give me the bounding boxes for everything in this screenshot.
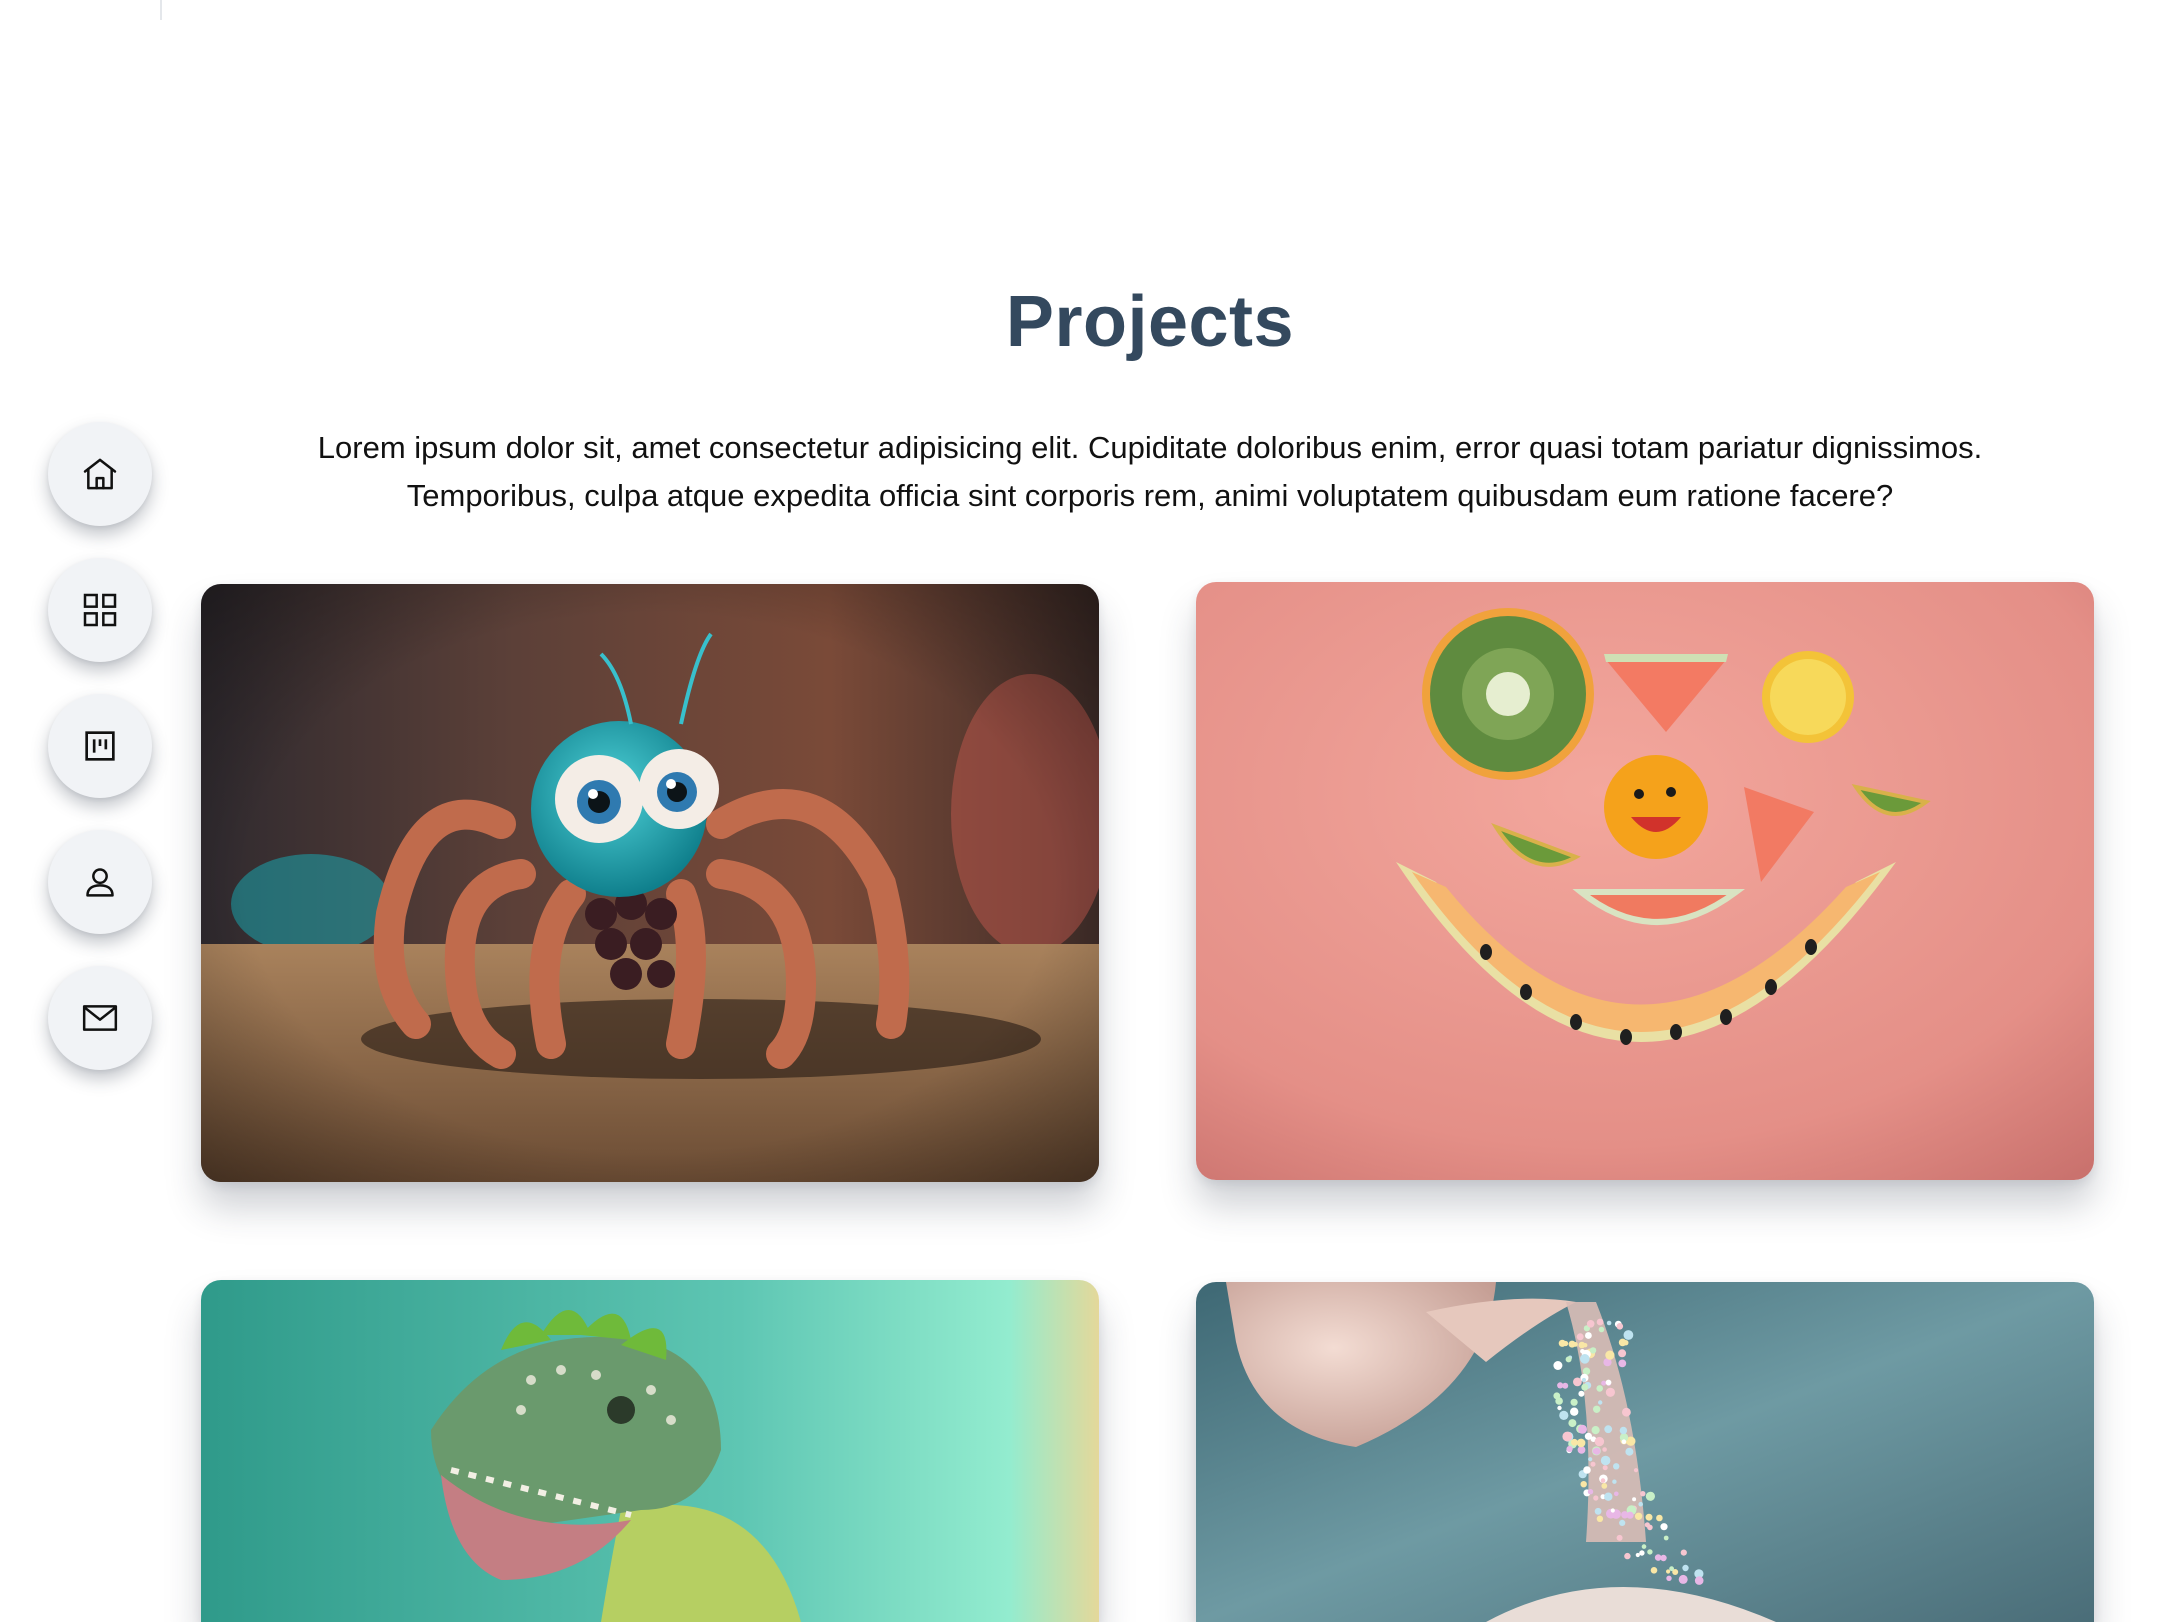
side-nav (48, 422, 152, 1102)
grid-icon (80, 590, 120, 630)
dinosaur-image (201, 1280, 1099, 1622)
fruit-image (1196, 582, 2094, 1180)
spider-image (201, 584, 1099, 1182)
project-card-dinosaur[interactable] (201, 1280, 1099, 1622)
user-icon (80, 862, 120, 902)
kanban-board-icon (80, 726, 120, 766)
mail-icon (80, 998, 120, 1038)
page-title: Projects (1005, 282, 1295, 362)
nav-projects-button[interactable] (48, 694, 152, 798)
nav-contact-button[interactable] (48, 966, 152, 1070)
project-card-fruit[interactable] (1196, 582, 2094, 1180)
top-divider (160, 0, 162, 20)
page: Projects Lorem ipsum dolor sit, amet con… (0, 0, 2160, 1622)
section-description: Lorem ipsum dolor sit, amet consectetur … (240, 424, 2060, 520)
home-icon (80, 454, 120, 494)
description-line-1: Lorem ipsum dolor sit, amet consectetur … (317, 430, 1983, 465)
nav-home-button[interactable] (48, 422, 152, 526)
nav-about-button[interactable] (48, 830, 152, 934)
nav-services-button[interactable] (48, 558, 152, 662)
teapot-image (1196, 1282, 2094, 1622)
description-line-2: Temporibus, culpa atque expedita officia… (406, 478, 1894, 513)
project-card-teapot[interactable] (1196, 1282, 2094, 1622)
project-card-spider[interactable] (201, 584, 1099, 1182)
